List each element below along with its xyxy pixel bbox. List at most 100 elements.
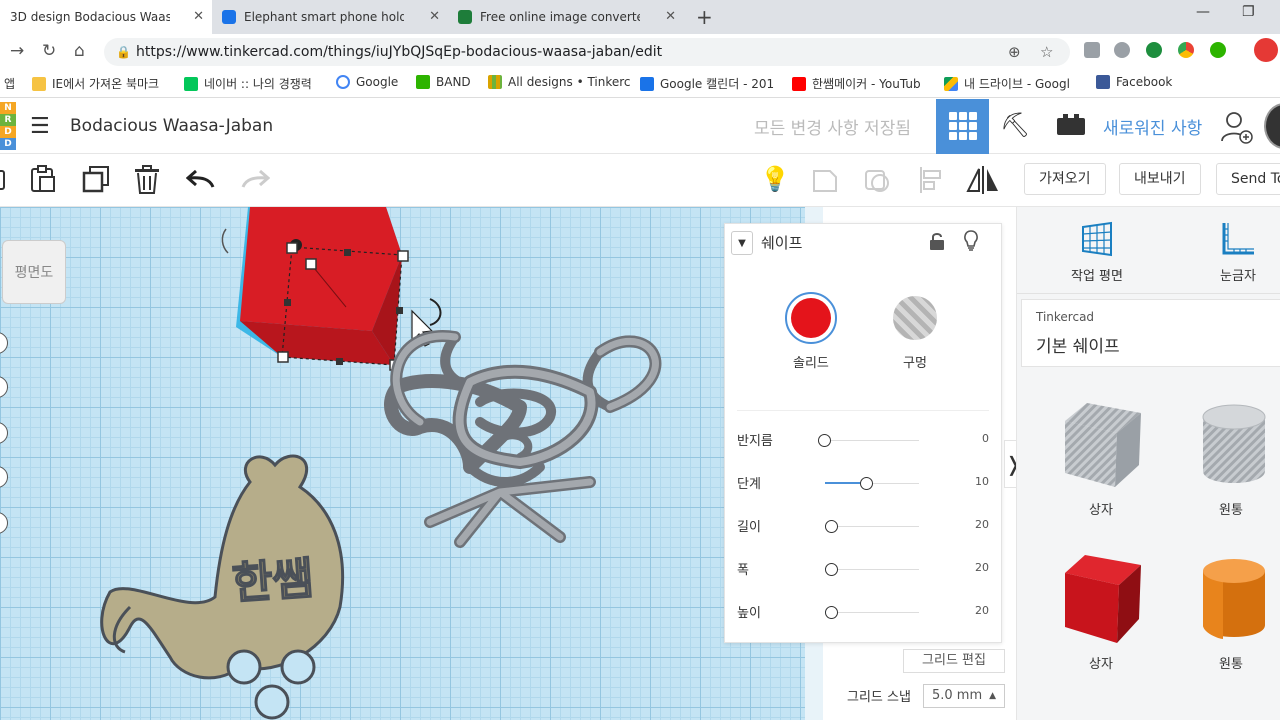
delete-icon[interactable]: [134, 165, 160, 201]
design-title[interactable]: Bodacious Waasa-Jaban: [70, 116, 273, 136]
copy-icon[interactable]: [0, 165, 8, 197]
whats-new-link[interactable]: 새로워진 사항: [1103, 114, 1202, 139]
property-value[interactable]: 0: [965, 432, 989, 445]
property-value[interactable]: 20: [965, 518, 989, 531]
property-value[interactable]: 10: [965, 475, 989, 488]
save-status: 모든 변경 사항 저장됨: [754, 119, 911, 139]
property-label: 폭: [737, 563, 749, 578]
bookmark-naver[interactable]: 네이버 :: 나의 경쟁력: [184, 75, 312, 92]
bookmark-facebook[interactable]: Facebook: [1096, 75, 1172, 89]
edit-grid-button[interactable]: 그리드 편집: [903, 649, 1005, 673]
bookmark-label: Google 캘린더 - 201: [660, 77, 775, 91]
bookmark-band[interactable]: BAND: [416, 75, 471, 89]
bookmark-label: All designs • Tinkerc: [508, 75, 631, 89]
bookmark-drive[interactable]: 내 드라이브 - Googl: [944, 75, 1070, 92]
slider-track[interactable]: [825, 612, 919, 613]
slider-knob[interactable]: [825, 606, 838, 619]
reload-icon[interactable]: ↻: [42, 41, 56, 61]
slider-track[interactable]: [825, 526, 919, 527]
workplane-canvas[interactable]: 한쌤: [0, 207, 822, 720]
star-icon[interactable]: ☆: [1040, 43, 1053, 61]
calendar-icon: [640, 76, 654, 91]
design-list-icon[interactable]: ☰: [30, 114, 50, 139]
minimize-icon[interactable]: —: [1196, 4, 1210, 20]
tab-elephant-holder[interactable]: Elephant smart phone holder b ✕: [212, 0, 448, 34]
view-cube[interactable]: 평면도: [2, 240, 66, 304]
tab-image-converter[interactable]: Free online image converter ✕: [448, 0, 684, 34]
tinkercad-icon: [488, 75, 502, 89]
bookmark-label: 한쌤메이커 - YouTub: [812, 77, 921, 91]
slider-knob[interactable]: [825, 520, 838, 533]
property-value[interactable]: 20: [965, 561, 989, 574]
user-avatar[interactable]: [1264, 103, 1280, 149]
ungroup-icon[interactable]: [862, 165, 892, 201]
pickaxe-icon[interactable]: ⛏: [1000, 111, 1030, 139]
bookmark-tinkercad[interactable]: All designs • Tinkerc: [488, 75, 631, 89]
shape-box[interactable]: [1059, 551, 1145, 651]
property-row: 폭 20: [725, 559, 1003, 589]
extension-icon[interactable]: [1146, 42, 1162, 58]
home-icon[interactable]: ⌂: [74, 41, 85, 61]
logo-letter: N: [0, 102, 16, 114]
lock-icon[interactable]: [929, 232, 945, 254]
bookmark-youtube[interactable]: 한쌤메이커 - YouTub: [792, 75, 921, 92]
send-to-button[interactable]: Send To: [1216, 163, 1280, 195]
shape-inspector-panel: ▼ 쉐이프 솔리드 구멍 반지름 0 단계 10 길이 20 폭 20 높이 20: [724, 223, 1002, 643]
maximize-icon[interactable]: ❐: [1242, 4, 1255, 20]
slider-track[interactable]: [825, 440, 919, 441]
bookmark-calendar[interactable]: Google 캘린더 - 201: [640, 75, 774, 92]
new-tab-icon[interactable]: +: [696, 5, 713, 29]
property-label: 단계: [737, 477, 761, 492]
bookmark-ie-folder[interactable]: IE에서 가져온 북마크: [32, 75, 159, 92]
add-user-icon[interactable]: [1220, 109, 1254, 151]
close-icon[interactable]: ✕: [429, 9, 440, 24]
extension-icon[interactable]: [1084, 42, 1100, 58]
logo-letter: D: [0, 138, 16, 150]
shape-cylinder-hole[interactable]: [1199, 401, 1269, 493]
codeblocks-icon[interactable]: [1056, 113, 1086, 143]
collapse-dropdown-icon[interactable]: ▼: [731, 231, 753, 255]
shape-cylinder[interactable]: [1199, 555, 1269, 647]
lightbulb-icon[interactable]: [963, 230, 979, 257]
slider-knob[interactable]: [818, 434, 831, 447]
ruler-tool[interactable]: 눈금자: [1213, 219, 1263, 284]
bookmark-google[interactable]: Google: [336, 75, 398, 89]
hole-button[interactable]: [893, 296, 937, 340]
extension-icon[interactable]: [1114, 42, 1130, 58]
forward-icon[interactable]: →: [10, 41, 24, 61]
solid-color-button[interactable]: [785, 292, 837, 344]
extension-icon[interactable]: [1178, 42, 1194, 58]
close-icon[interactable]: ✕: [665, 9, 676, 24]
tab-label: Free online image converter: [480, 10, 640, 24]
evernote-icon[interactable]: [1210, 42, 1226, 58]
property-row: 반지름 0: [725, 430, 1003, 460]
export-button[interactable]: 내보내기: [1119, 163, 1201, 195]
redo-icon[interactable]: [240, 167, 271, 197]
property-value[interactable]: 20: [965, 604, 989, 617]
slider-knob[interactable]: [860, 477, 873, 490]
align-icon[interactable]: [918, 165, 946, 201]
import-button[interactable]: 가져오기: [1024, 163, 1106, 195]
shape-box-hole[interactable]: [1059, 397, 1145, 497]
url-input[interactable]: 🔒 https://www.tinkercad.com/things/iuJYb…: [104, 38, 1070, 66]
lightbulb-icon[interactable]: 💡: [760, 165, 790, 193]
zoom-icon[interactable]: ⊕: [1008, 43, 1021, 61]
tinkercad-logo[interactable]: N R D D: [0, 102, 16, 150]
close-icon[interactable]: ✕: [193, 9, 204, 24]
slider-track[interactable]: [825, 569, 919, 570]
3d-design-view-button[interactable]: [936, 99, 989, 154]
profile-avatar[interactable]: [1254, 38, 1278, 62]
slider-knob[interactable]: [825, 563, 838, 576]
mirror-icon[interactable]: [966, 165, 1000, 201]
workplane-tool[interactable]: 작업 평면: [1067, 219, 1127, 284]
red-box-shape[interactable]: [236, 207, 403, 366]
bookmark-apps[interactable]: 앱: [4, 75, 15, 92]
snap-grid-select[interactable]: 5.0 mm ▲: [923, 684, 1005, 708]
library-selector[interactable]: Tinkercad 기본 쉐이프: [1021, 299, 1280, 367]
group-icon[interactable]: [810, 165, 840, 201]
duplicate-icon[interactable]: [82, 165, 110, 199]
app-header: N R D D ☰ Bodacious Waasa-Jaban 모든 변경 사항…: [0, 99, 1280, 154]
tab-tinkercad[interactable]: 3D design Bodacious Waasa-Jab ✕: [0, 0, 212, 34]
undo-icon[interactable]: [185, 167, 216, 197]
paste-icon[interactable]: [30, 165, 56, 199]
